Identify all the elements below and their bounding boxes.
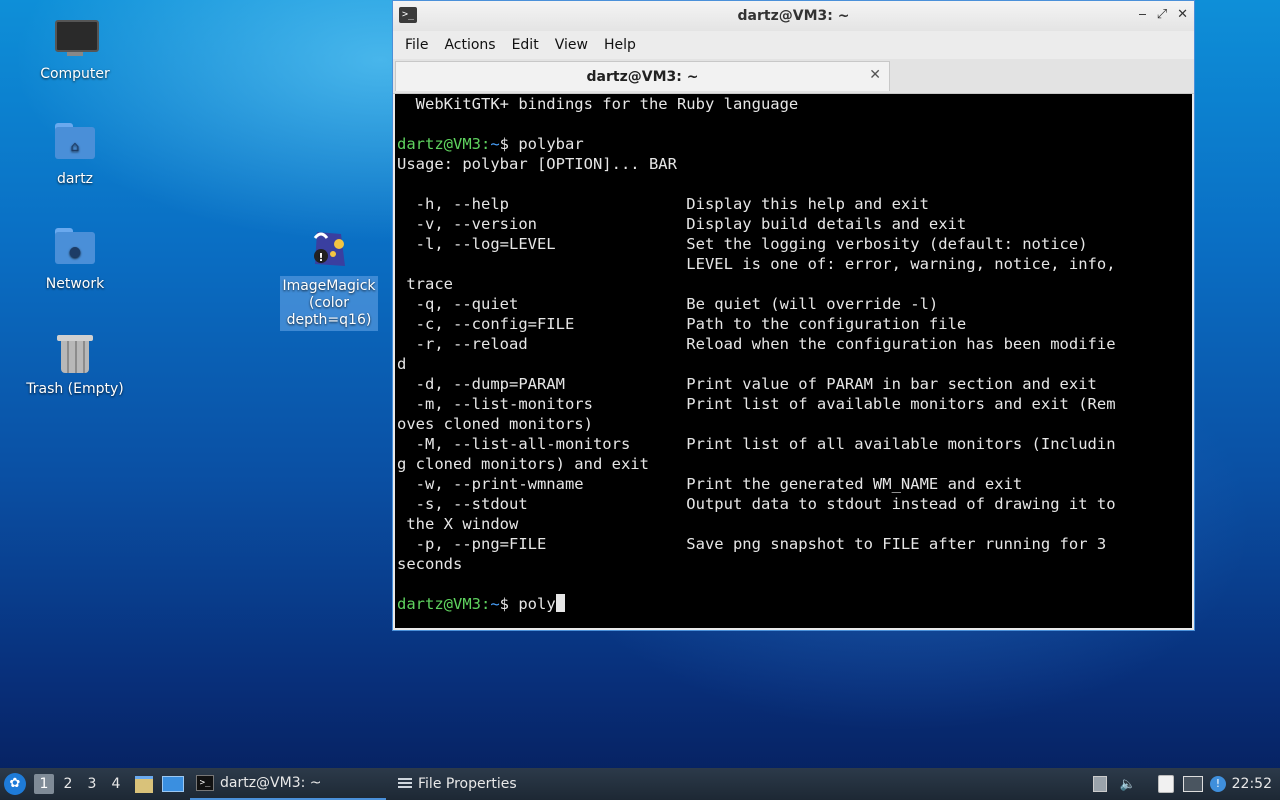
desktop-icon-home[interactable]: ⌂ dartz — [20, 121, 130, 187]
list-icon — [398, 778, 412, 790]
desktop-icon-computer[interactable]: Computer — [20, 16, 130, 82]
desktop-icon-label: dartz — [56, 171, 94, 187]
close-icon[interactable]: ✕ — [1177, 7, 1188, 22]
clipboard-icon[interactable] — [1156, 774, 1176, 794]
computer-icon — [53, 16, 99, 60]
command-text: polybar — [518, 135, 584, 153]
task-file-properties[interactable]: File Properties — [392, 768, 618, 800]
imagemagick-icon: ! — [307, 226, 351, 270]
desktop-icon-network[interactable]: ● Network — [20, 226, 130, 292]
maximize-icon[interactable]: ⤢ — [1157, 7, 1167, 22]
notification-icon[interactable]: ! — [1208, 774, 1228, 794]
volume-icon[interactable]: 🔈 — [1118, 774, 1138, 794]
taskbar: ✿ 1 2 3 4 >_ dartz@VM3: ~ File Propertie… — [0, 768, 1280, 800]
clock[interactable]: 22:52 — [1232, 768, 1272, 800]
tab-close-icon[interactable]: ✕ — [869, 67, 881, 83]
terminal-output[interactable]: WebKitGTK+ bindings for the Ruby languag… — [395, 94, 1192, 628]
menu-actions[interactable]: Actions — [436, 37, 503, 53]
workspace-4[interactable]: 4 — [106, 774, 126, 794]
tab-bar: dartz@VM3: ~ ✕ — [393, 59, 1194, 94]
prompt-user: dartz@VM3: — [397, 595, 491, 613]
menu-bar: File Actions Edit View Help — [393, 31, 1194, 59]
svg-text:!: ! — [318, 251, 323, 264]
menu-file[interactable]: File — [397, 37, 436, 53]
prompt-path: ~ — [490, 135, 500, 153]
task-label: File Properties — [418, 776, 517, 792]
desktop-icon-imagemagick[interactable]: ! ImageMagick (color depth=q16) — [280, 226, 378, 331]
current-input: poly — [518, 595, 556, 613]
menu-view[interactable]: View — [547, 37, 596, 53]
workspace-2[interactable]: 2 — [58, 774, 78, 794]
network-folder-icon: ● — [53, 226, 97, 270]
network-icon[interactable] — [1183, 774, 1203, 794]
removable-drive-icon[interactable] — [1090, 774, 1110, 794]
desktop-icon-label: Trash (Empty) — [26, 381, 124, 397]
tab-label: dartz@VM3: ~ — [586, 68, 699, 85]
workspace-1[interactable]: 1 — [34, 774, 54, 794]
task-label: dartz@VM3: ~ — [220, 775, 322, 791]
desktop-icon-label: Computer — [40, 66, 110, 82]
terminal-icon: >_ — [196, 775, 214, 791]
menu-edit[interactable]: Edit — [504, 37, 547, 53]
prompt-user: dartz@VM3: — [397, 135, 491, 153]
terminal-window[interactable]: >_ dartz@VM3: ~ ‒ ⤢ ✕ File Actions Edit … — [392, 0, 1195, 631]
home-folder-icon: ⌂ — [53, 121, 97, 165]
menu-help[interactable]: Help — [596, 37, 644, 53]
trash-icon — [53, 331, 97, 375]
prompt-path: ~ — [490, 595, 500, 613]
desktop-icon-label: Network — [45, 276, 105, 292]
start-menu-button[interactable]: ✿ — [4, 768, 28, 800]
desktop-icon-label: ImageMagick (color depth=q16) — [280, 276, 378, 331]
text-cursor — [555, 594, 565, 612]
terminal-text: WebKitGTK+ bindings for the Ruby languag… — [397, 95, 1116, 613]
window-title: dartz@VM3: ~ — [737, 8, 850, 24]
lxqt-menu-icon: ✿ — [4, 773, 26, 795]
window-titlebar[interactable]: >_ dartz@VM3: ~ ‒ ⤢ ✕ — [393, 1, 1194, 31]
task-terminal[interactable]: >_ dartz@VM3: ~ — [190, 768, 386, 800]
minimize-icon[interactable]: ‒ — [1138, 7, 1146, 22]
show-desktop-icon[interactable] — [162, 774, 184, 794]
workspace-3[interactable]: 3 — [82, 774, 102, 794]
terminal-app-icon: >_ — [399, 7, 417, 23]
tab-terminal[interactable]: dartz@VM3: ~ ✕ — [395, 61, 890, 91]
file-manager-icon[interactable] — [133, 774, 155, 794]
desktop-icon-trash[interactable]: Trash (Empty) — [20, 331, 130, 397]
